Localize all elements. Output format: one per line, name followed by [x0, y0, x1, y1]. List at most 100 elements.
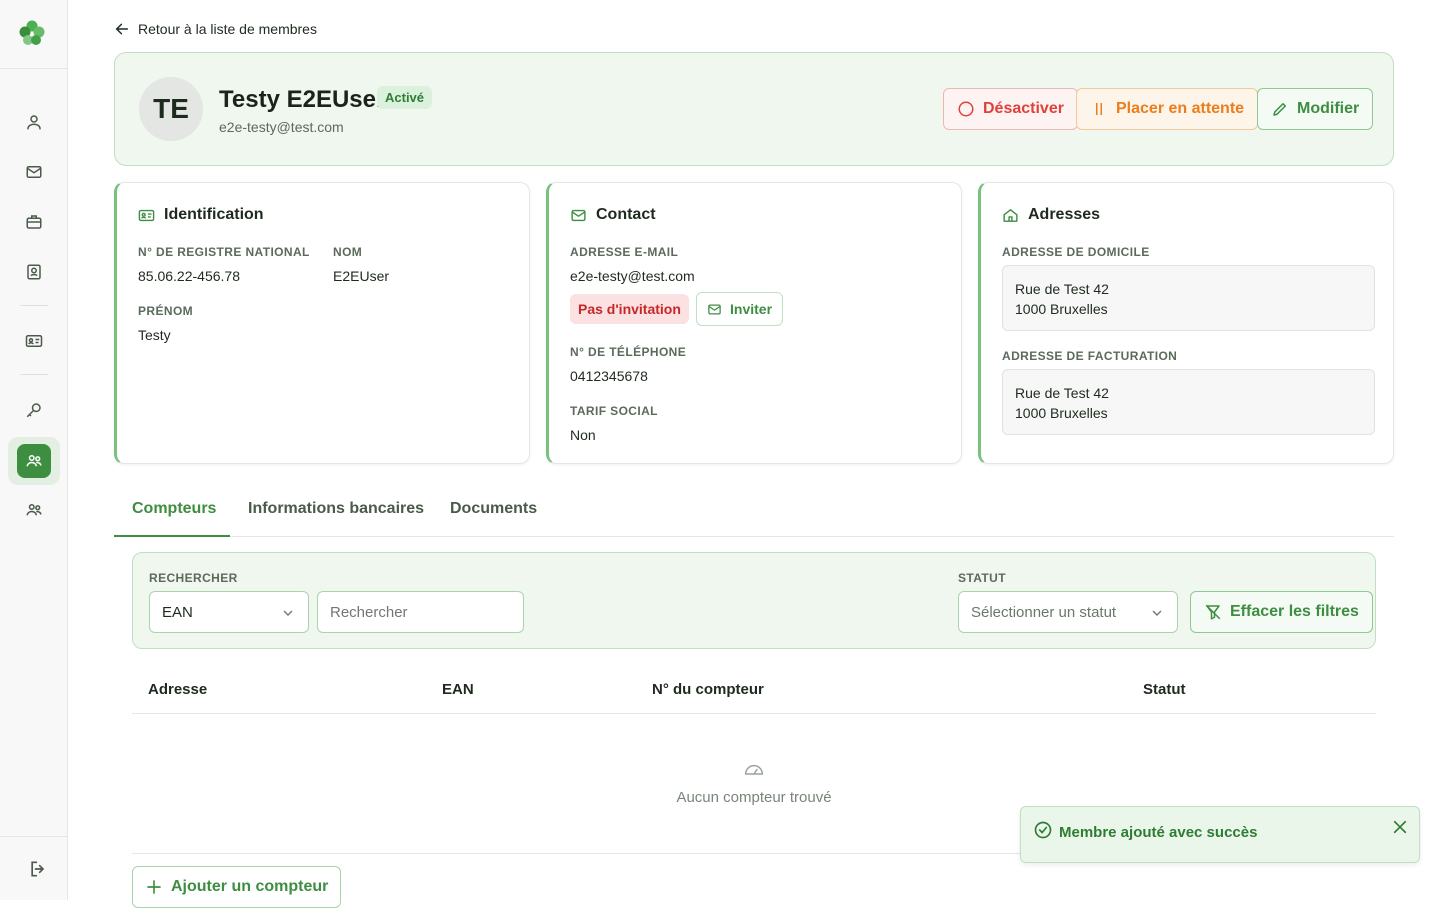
deactivate-button[interactable]: Désactiver — [943, 88, 1078, 130]
sidebar-item-id-cards[interactable] — [16, 323, 52, 359]
sidebar-divider — [20, 305, 48, 306]
hold-button[interactable]: Placer en attente — [1076, 88, 1258, 130]
tab-documents[interactable]: Documents — [450, 500, 537, 518]
search-input[interactable] — [317, 591, 524, 633]
id-card-icon — [138, 207, 155, 224]
contact-card: Contact Adresse e-mail e2e-testy@test.co… — [546, 182, 962, 464]
sidebar-item-members[interactable] — [8, 437, 60, 485]
billing-address-label: Adresse de facturation — [1002, 349, 1177, 363]
status-select-placeholder: Sélectionner un statut — [971, 604, 1116, 621]
meters-table-header: Adresse EAN N° du compteur Statut — [132, 666, 1376, 714]
phone-value: 0412345678 — [570, 368, 648, 384]
mail-icon — [570, 207, 587, 224]
main-content: Retour à la liste de membres TE Testy E2… — [68, 0, 1440, 900]
phone-label: N° de téléphone — [570, 345, 686, 359]
chevron-down-icon — [280, 605, 296, 621]
close-icon[interactable] — [1391, 818, 1409, 836]
home-address-line1: Rue de Test 42 — [1015, 279, 1362, 299]
filter-clear-icon — [1204, 603, 1222, 621]
sidebar — [0, 0, 68, 900]
sidebar-item-briefcase[interactable] — [16, 204, 52, 240]
home-icon — [1002, 207, 1019, 224]
social-tariff-value: Non — [570, 427, 596, 443]
add-meter-button[interactable]: Ajouter un compteur — [132, 866, 341, 908]
group-icon — [25, 501, 43, 519]
toast-message: Membre ajouté avec succès — [1059, 824, 1257, 841]
key-icon — [25, 401, 43, 419]
check-circle-icon — [1033, 820, 1053, 840]
status-select[interactable]: Sélectionner un statut — [958, 591, 1178, 633]
nrn-value: 85.06.22-456.78 — [138, 268, 240, 284]
firstname-value: Testy — [138, 327, 171, 343]
sidebar-item-groups[interactable] — [16, 492, 52, 528]
member-header-card: TE Testy E2EUser Activé e2e-testy@test.c… — [114, 52, 1394, 166]
firstname-label: Prénom — [138, 304, 193, 318]
column-header-ean[interactable]: EAN — [442, 681, 474, 698]
members-active-indicator — [17, 444, 51, 478]
sidebar-item-contacts[interactable] — [16, 254, 52, 290]
billing-address-line1: Rue de Test 42 — [1015, 383, 1362, 403]
sidebar-divider — [20, 374, 48, 375]
search-label: Rechercher — [149, 571, 238, 585]
mail-icon — [25, 163, 43, 181]
logout-button[interactable] — [20, 851, 56, 887]
sidebar-divider — [0, 836, 68, 837]
sidebar-divider — [0, 68, 68, 69]
clover-logo-icon[interactable] — [16, 17, 48, 49]
status-filter-label: Statut — [958, 571, 1006, 585]
identification-title-text: Identification — [164, 206, 264, 224]
filters-panel: Rechercher EAN Statut Sélectionner un st… — [132, 552, 1376, 649]
clear-filters-button[interactable]: Effacer les filtres — [1190, 591, 1373, 633]
invite-button[interactable]: Inviter — [696, 292, 783, 326]
invite-label: Inviter — [730, 301, 772, 317]
back-to-members-link[interactable]: Retour à la liste de membres — [114, 21, 317, 37]
tab-bar: Compteurs Informations bancaires Documen… — [114, 488, 1394, 537]
gauge-icon — [744, 762, 764, 776]
deactivate-label: Désactiver — [983, 100, 1064, 118]
chevron-down-icon — [1149, 605, 1165, 621]
addresses-title-text: Adresses — [1028, 206, 1100, 224]
identification-card: Identification N° de registre national 8… — [114, 182, 530, 464]
lastname-label: Nom — [333, 245, 362, 259]
success-toast: Membre ajouté avec succès — [1020, 806, 1420, 863]
column-header-status[interactable]: Statut — [1143, 681, 1186, 698]
logout-icon — [28, 859, 48, 879]
email-value: e2e-testy@test.com — [570, 268, 695, 284]
tab-bank-info[interactable]: Informations bancaires — [248, 500, 424, 518]
edit-button[interactable]: Modifier — [1257, 88, 1373, 130]
back-link-label: Retour à la liste de membres — [138, 21, 317, 37]
pencil-icon — [1271, 100, 1289, 118]
contact-title: Contact — [570, 206, 656, 224]
sidebar-item-keys[interactable] — [16, 392, 52, 428]
contact-book-icon — [25, 263, 43, 281]
identification-title: Identification — [138, 206, 264, 224]
tab-meters[interactable]: Compteurs — [132, 500, 216, 518]
contact-title-text: Contact — [596, 206, 656, 224]
sidebar-item-mail[interactable] — [16, 154, 52, 190]
search-type-value: EAN — [162, 604, 193, 621]
member-email: e2e-testy@test.com — [219, 119, 344, 135]
social-tariff-label: Tarif social — [570, 404, 658, 418]
billing-address-box: Rue de Test 42 1000 Bruxelles — [1002, 369, 1375, 435]
addresses-card: Adresses Adresse de domicile Rue de Test… — [978, 182, 1394, 464]
column-header-address[interactable]: Adresse — [148, 681, 207, 698]
briefcase-icon — [25, 213, 43, 231]
plus-icon — [145, 878, 163, 896]
add-meter-label: Ajouter un compteur — [171, 878, 328, 896]
hold-label: Placer en attente — [1116, 100, 1244, 118]
search-type-select[interactable]: EAN — [149, 591, 309, 633]
edit-label: Modifier — [1297, 100, 1359, 118]
members-icon — [25, 452, 43, 470]
home-address-label: Adresse de domicile — [1002, 245, 1150, 259]
circle-icon — [957, 100, 975, 118]
avatar-initials: TE — [153, 93, 189, 125]
user-icon — [25, 113, 43, 131]
pause-icon — [1090, 100, 1108, 118]
column-header-meter-number[interactable]: N° du compteur — [652, 681, 764, 698]
active-tab-indicator — [114, 535, 230, 537]
clear-filters-label: Effacer les filtres — [1230, 603, 1359, 621]
lastname-value: E2EUser — [333, 268, 389, 284]
avatar: TE — [139, 77, 203, 141]
arrow-left-icon — [114, 21, 130, 37]
sidebar-item-users[interactable] — [16, 104, 52, 140]
